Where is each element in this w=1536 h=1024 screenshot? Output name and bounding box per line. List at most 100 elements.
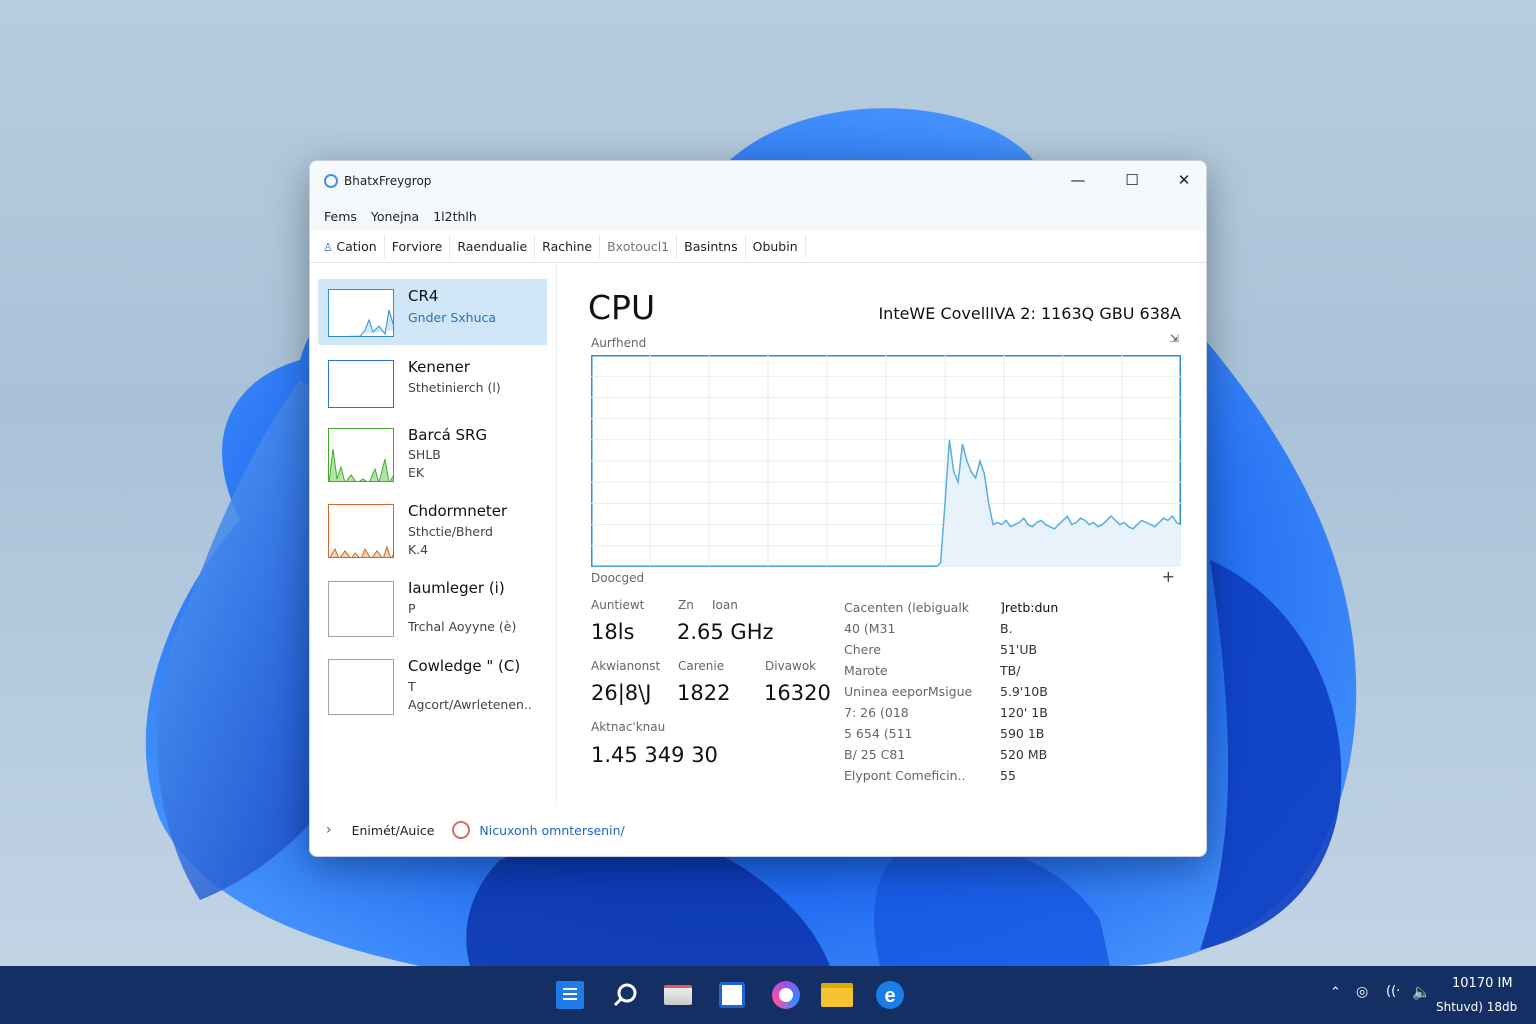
maximize-button[interactable]: ☐ <box>1106 161 1158 199</box>
resize-graph-icon[interactable]: ⇲ <box>1170 332 1179 345</box>
page-title: CPU <box>588 288 656 327</box>
detail-value: 520 MB <box>1000 747 1048 762</box>
sidebar-item-name: Iaumleger (i) <box>408 579 505 597</box>
cpu-usage-graph <box>591 355 1181 567</box>
title-bar[interactable]: BhatxFreygrop — ☐ ✕ <box>310 161 1206 201</box>
tab-users[interactable]: Bxotoucl1 <box>600 235 678 258</box>
sidebar-item-sub2: Agcort/Awrletenen.. <box>408 697 532 712</box>
start-icon[interactable] <box>552 977 588 1013</box>
sidebar-item-sub2: K.4 <box>408 542 429 557</box>
task-view-icon[interactable] <box>660 977 696 1013</box>
menu-item-view[interactable]: 1l2thlh <box>433 209 477 224</box>
person-icon: ♙ <box>323 241 337 254</box>
sidebar-item-sub: Sthetinierch (l) <box>408 380 501 395</box>
tab-performance[interactable]: Forviore <box>385 235 451 258</box>
detail-key: Marote <box>844 663 888 678</box>
stat-label: Carenie <box>678 659 725 673</box>
sidebar-item-name: Chdormneter <box>408 502 508 520</box>
clock-time[interactable]: 10170 IM <box>1452 976 1513 991</box>
chat-icon[interactable] <box>768 977 804 1013</box>
stat-value: 2.65 GHz <box>677 620 774 644</box>
detail-key: Cacenten (lebigualk <box>844 600 970 615</box>
detail-value: ]retb:dun <box>1000 600 1059 615</box>
tab-services[interactable]: Obubin <box>746 235 806 258</box>
sidebar-item-sub2: EK <box>408 465 425 480</box>
tab-processes[interactable]: ♙ Cation <box>316 235 385 258</box>
chevron-right-icon[interactable]: › <box>326 822 332 838</box>
sidebar-item-disk[interactable]: Barcá SRG SHLB EK <box>318 418 547 484</box>
stat-value: 1.45 349 30 <box>591 743 718 767</box>
close-button[interactable]: ✕ <box>1158 161 1206 199</box>
graph-top-label: Aurfhend <box>591 336 647 350</box>
sidebar-item-sub: Gnder Sxhuca <box>408 310 497 325</box>
memory-thumbnail <box>328 360 394 408</box>
detail-key: Chere <box>844 642 881 657</box>
gpu-thumbnail <box>328 581 394 637</box>
detail-key: 5 654 (511 <box>844 726 913 741</box>
graph-bottom-label: Doocged <box>591 571 645 585</box>
menu-item-options[interactable]: Yonejna <box>371 209 419 224</box>
edge-icon[interactable]: e <box>872 977 908 1013</box>
sidebar-item-sub: SHLB <box>408 447 441 462</box>
sidebar-item-sub: Sthctie/Bherd <box>408 524 493 539</box>
plus-icon[interactable]: + <box>1162 567 1175 586</box>
sidebar-item-gpu[interactable]: Iaumleger (i) P Trchal Aoyyne (è) <box>318 571 547 637</box>
footer-bar: › Enimét/Auice Nicuxonh omntersenin/ <box>310 815 1206 845</box>
tab-details[interactable]: Basintns <box>677 235 746 258</box>
disk-thumbnail <box>328 428 394 482</box>
detail-value: 55 <box>1000 768 1016 783</box>
stat-value: 1822 <box>677 681 731 705</box>
detail-key: 7: 26 (018 <box>844 705 909 720</box>
sidebar-item-memory[interactable]: Kenener Sthetinierch (l) <box>318 350 547 416</box>
detail-key: B/ 25 C81 <box>844 747 906 762</box>
ethernet-thumbnail <box>328 504 394 558</box>
sidebar-item-sub2: Trchal Aoyyne (è) <box>408 619 517 634</box>
sidebar-item-name: Barcá SRG <box>408 426 488 444</box>
detail-key: 40 (M31 <box>844 621 896 636</box>
tab-bar: ♙ Cation Forviore Raendualie Rachine Bxo… <box>310 231 1206 263</box>
resource-monitor-link[interactable]: Nicuxonh omntersenin/ <box>479 823 624 838</box>
detail-value: TB/ <box>1000 663 1021 678</box>
stat-label: Auntiewt <box>591 598 645 612</box>
fewer-details-button[interactable]: Enimét/Auice <box>352 823 435 838</box>
sidebar-item-name: Cowledge " (C) <box>408 657 521 675</box>
cpu-panel: CPU InteWE CovellIVA 2: 1163Q GBU 638A A… <box>575 264 1195 804</box>
stat-value: 18ls <box>591 620 635 644</box>
menu-bar: Fems Yonejna 1l2thlh <box>310 201 1206 231</box>
stat-value: 26|8\J <box>591 681 652 705</box>
sidebar-item-sub: P <box>408 601 416 616</box>
stat-value: 16320 <box>764 681 831 705</box>
task-manager-window: BhatxFreygrop — ☐ ✕ Fems Yonejna 1l2thlh… <box>309 160 1207 857</box>
wifi-icon[interactable]: ((· <box>1386 984 1400 999</box>
menu-item-file[interactable]: Fems <box>324 209 357 224</box>
speaker-icon[interactable]: 🔈 <box>1412 983 1431 1001</box>
resource-monitor-icon <box>452 821 471 839</box>
sidebar-item-cpu[interactable]: CR4 Gnder Sxhuca <box>318 279 547 345</box>
widgets-icon[interactable] <box>714 977 750 1013</box>
detail-value: B. <box>1000 621 1013 636</box>
detail-value: 120' 1B <box>1000 705 1048 720</box>
network-icon[interactable]: ◎ <box>1356 984 1368 1000</box>
stat-label: Aktnac'knau <box>591 720 666 734</box>
stat-label: Divawok <box>765 659 817 673</box>
chevron-up-icon[interactable]: ⌃ <box>1330 985 1341 1000</box>
stat-label: Ioan <box>712 598 738 612</box>
svg-text:e: e <box>884 985 895 1007</box>
search-icon[interactable] <box>607 977 643 1013</box>
minimize-button[interactable]: — <box>1052 161 1104 199</box>
clock-date[interactable]: Shtuvd) 18db <box>1436 1000 1517 1014</box>
detail-key: Elypont Comeficin.. <box>844 768 966 783</box>
other-thumbnail <box>328 659 394 715</box>
sidebar-item-ethernet[interactable]: Chdormneter Sthctie/Bherd K.4 <box>318 494 547 560</box>
app-icon <box>324 174 338 188</box>
sidebar-item-name: Kenener <box>408 358 470 376</box>
cpu-thumbnail <box>328 289 394 337</box>
tab-startup[interactable]: Rachine <box>535 235 601 258</box>
sidebar-item-other[interactable]: Cowledge " (C) T Agcort/Awrletenen.. <box>318 649 547 715</box>
performance-sidebar: CR4 Gnder Sxhuca Kenener Sthetinierch (l… <box>310 264 557 804</box>
tab-app-history[interactable]: Raendualie <box>450 235 536 258</box>
file-explorer-icon[interactable] <box>819 977 855 1013</box>
tab-label: Cation <box>336 239 377 254</box>
detail-value: 590 1B <box>1000 726 1045 741</box>
detail-value: 51'UB <box>1000 642 1038 657</box>
